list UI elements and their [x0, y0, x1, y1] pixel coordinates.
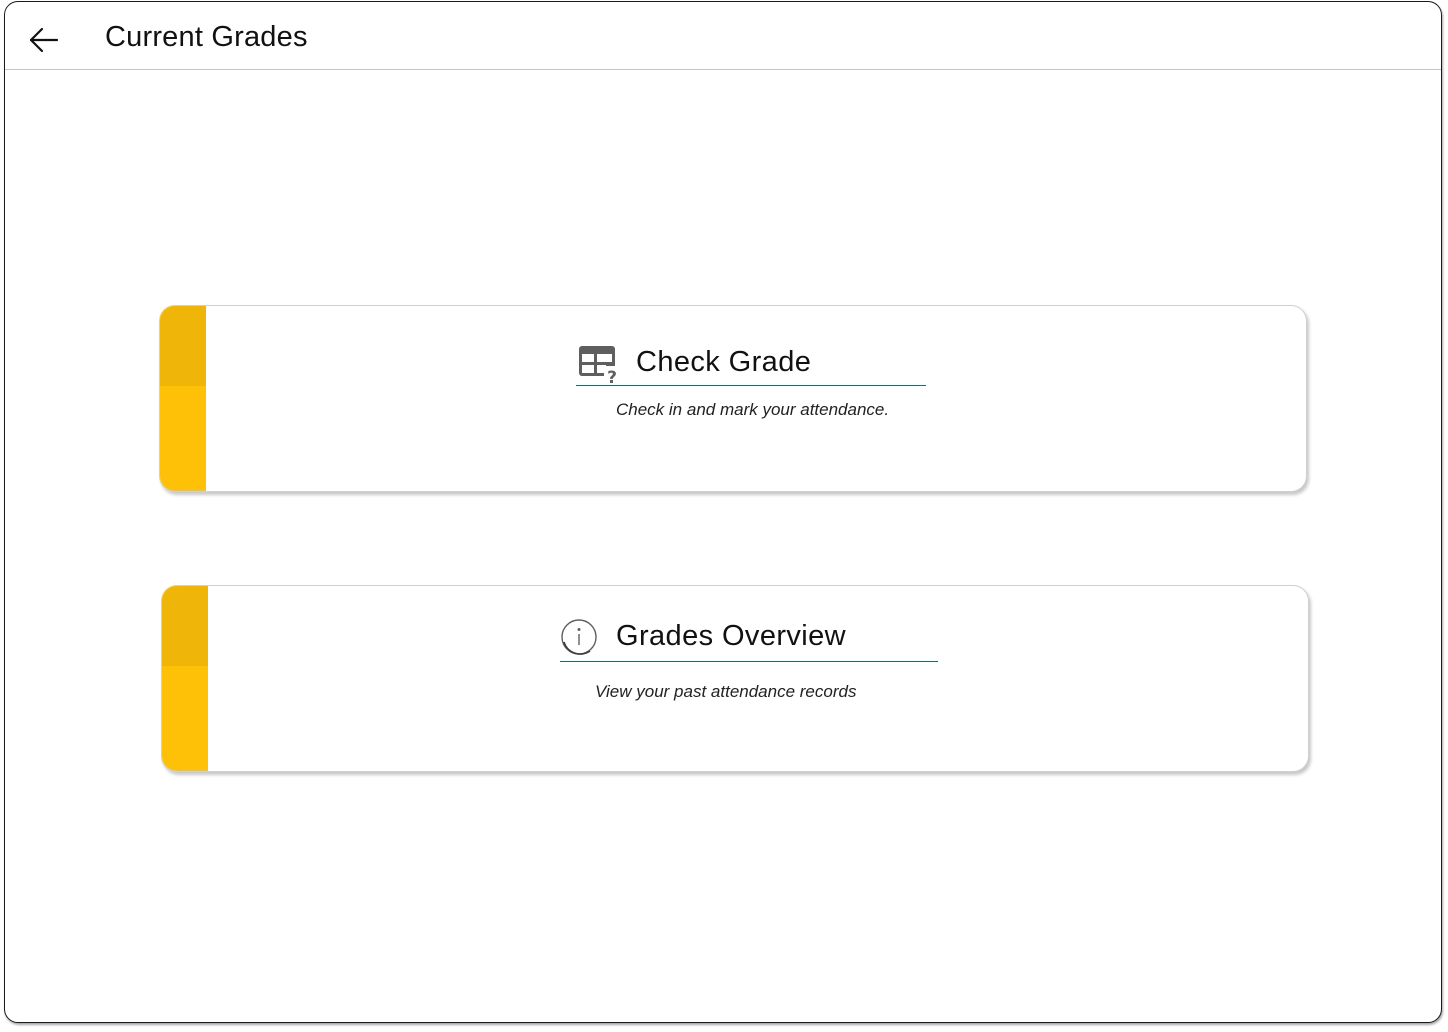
- arrow-left-icon: [29, 27, 59, 53]
- page-title: Current Grades: [105, 21, 308, 53]
- card-accent-bar-top: [162, 586, 208, 666]
- info-circle-icon: [561, 618, 597, 655]
- card-heading: Grades Overview: [560, 612, 938, 662]
- card-subtitle: View your past attendance records: [595, 682, 857, 701]
- app-window: Current Grades ? Check Grade Check in an…: [4, 1, 1442, 1023]
- card-accent-bar-top: [160, 306, 206, 386]
- card-subtitle: Check in and mark your attendance.: [616, 400, 890, 419]
- card-heading: ? Check Grade: [576, 340, 926, 386]
- top-app-bar: Current Grades: [5, 2, 1441, 70]
- grades-overview-card[interactable]: Grades Overview View your past attendanc…: [161, 585, 1309, 772]
- check-grade-card[interactable]: ? Check Grade Check in and mark your att…: [159, 305, 1307, 492]
- table-question-icon: ?: [579, 345, 622, 384]
- svg-text:?: ?: [607, 368, 617, 384]
- back-button[interactable]: [23, 20, 63, 60]
- card-title: Grades Overview: [616, 620, 847, 652]
- card-title: Check Grade: [636, 346, 812, 378]
